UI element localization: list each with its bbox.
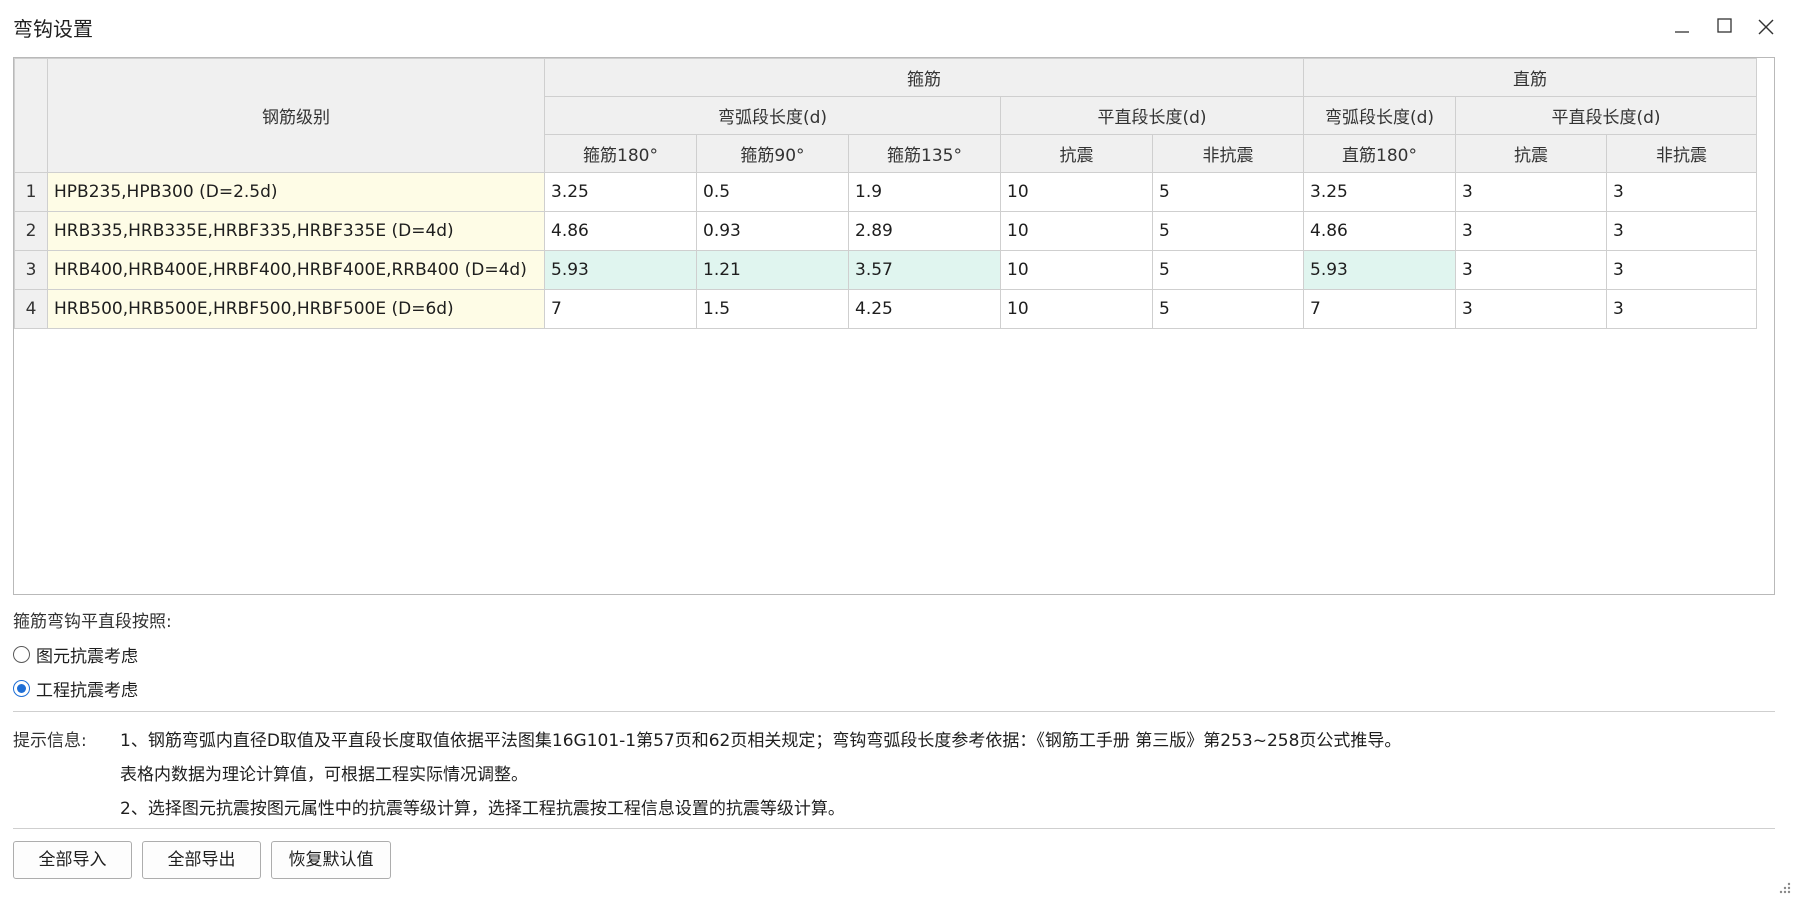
value-cell[interactable]: 2.89 xyxy=(848,211,1001,251)
column-header: 非抗震 xyxy=(1605,134,1758,173)
maximize-button[interactable] xyxy=(1707,10,1741,44)
value-cell[interactable]: 5 xyxy=(1152,211,1304,251)
minimize-icon xyxy=(1675,31,1689,33)
value-cell[interactable]: 3 xyxy=(1455,172,1607,212)
value-cell[interactable]: 5 xyxy=(1152,172,1304,212)
value-cell[interactable]: 1.5 xyxy=(696,289,849,329)
stirrup-option-label: 箍筋弯钩平直段按照: xyxy=(13,612,172,632)
value-cell[interactable]: 10 xyxy=(1000,250,1153,290)
tip-line: 2、选择图元抗震按图元属性中的抗震等级计算，选择工程抗震按工程信息设置的抗震等级… xyxy=(120,799,845,819)
row-number: 1 xyxy=(14,172,48,212)
stirrup-group-header: 箍筋 xyxy=(544,58,1304,97)
straight-arc-header: 弯弧段长度(d) xyxy=(1303,96,1456,135)
minimize-button[interactable] xyxy=(1664,10,1698,44)
tip-line: 表格内数据为理论计算值，可根据工程实际情况调整。 xyxy=(120,765,528,785)
table-row: 2 HRB335,HRB335E,HRBF335,HRBF335E (D=4d)… xyxy=(14,211,1758,251)
table-row: 1 HPB235,HPB300 (D=2.5d) 3.25 0.5 1.9 10… xyxy=(14,172,1758,212)
grade-cell[interactable]: HRB335,HRB335E,HRBF335,HRBF335E (D=4d) xyxy=(47,211,545,251)
radio-label: 图元抗震考虑 xyxy=(36,647,138,667)
grade-header: 钢筋级别 xyxy=(47,58,545,173)
table-row: 4 HRB500,HRB500E,HRBF500,HRBF500E (D=6d)… xyxy=(14,289,1758,329)
title-bar: 弯钩设置 xyxy=(0,0,1794,54)
value-cell[interactable]: 3.25 xyxy=(544,172,697,212)
value-cell[interactable]: 3 xyxy=(1605,250,1758,290)
resize-grip-icon[interactable] xyxy=(1778,881,1792,895)
value-cell[interactable]: 5 xyxy=(1152,250,1304,290)
value-cell[interactable]: 1.9 xyxy=(848,172,1001,212)
value-cell[interactable]: 3 xyxy=(1605,172,1758,212)
corner-cell xyxy=(14,58,48,173)
value-cell[interactable]: 5.93 xyxy=(544,250,697,290)
value-cell[interactable]: 1.21 xyxy=(696,250,849,290)
grade-cell[interactable]: HRB500,HRB500E,HRBF500,HRBF500E (D=6d) xyxy=(47,289,545,329)
column-header: 直筋180° xyxy=(1303,134,1456,173)
row-number: 2 xyxy=(14,211,48,251)
value-cell[interactable]: 3.25 xyxy=(1303,172,1456,212)
value-cell[interactable]: 7 xyxy=(1303,289,1456,329)
column-header: 抗震 xyxy=(1000,134,1153,173)
window-title: 弯钩设置 xyxy=(13,17,93,41)
value-cell[interactable]: 0.5 xyxy=(696,172,849,212)
value-cell[interactable]: 3.57 xyxy=(848,250,1001,290)
straight-group-header: 直筋 xyxy=(1302,58,1758,97)
close-icon xyxy=(1758,19,1774,35)
radio-unchecked-icon xyxy=(13,646,30,663)
restore-default-button[interactable]: 恢复默认值 xyxy=(271,841,391,879)
grade-cell[interactable]: HRB400,HRB400E,HRBF400,HRBF400E,RRB400 (… xyxy=(47,250,545,290)
value-cell[interactable]: 3 xyxy=(1605,211,1758,251)
stirrup-arc-header: 弯弧段长度(d) xyxy=(544,96,1001,135)
radio-label: 工程抗震考虑 xyxy=(36,681,138,701)
column-header: 箍筋135° xyxy=(848,134,1001,173)
value-cell[interactable]: 10 xyxy=(1000,172,1153,212)
value-cell[interactable]: 4.86 xyxy=(544,211,697,251)
value-cell[interactable]: 4.86 xyxy=(1303,211,1456,251)
value-cell[interactable]: 10 xyxy=(1000,211,1153,251)
divider xyxy=(13,711,1775,712)
table-row: 3 HRB400,HRB400E,HRBF400,HRBF400E,RRB400… xyxy=(14,250,1758,290)
row-number: 4 xyxy=(14,289,48,329)
hook-settings-grid[interactable]: 钢筋级别 箍筋 直筋 弯弧段长度(d) 平直段长度(d) 弯弧段长度(d) 平直… xyxy=(13,57,1775,595)
value-cell[interactable]: 10 xyxy=(1000,289,1153,329)
maximize-icon xyxy=(1717,18,1732,33)
row-number: 3 xyxy=(14,250,48,290)
column-header: 箍筋90° xyxy=(696,134,849,173)
value-cell[interactable]: 7 xyxy=(544,289,697,329)
straight-flat-header: 平直段长度(d) xyxy=(1454,96,1758,135)
stirrup-flat-header: 平直段长度(d) xyxy=(1000,96,1304,135)
value-cell[interactable]: 3 xyxy=(1455,211,1607,251)
value-cell[interactable]: 3 xyxy=(1605,289,1758,329)
column-header: 非抗震 xyxy=(1152,134,1304,173)
grade-cell[interactable]: HPB235,HPB300 (D=2.5d) xyxy=(47,172,545,212)
tip-line: 1、钢筋弯弧内直径D取值及平直段长度取值依据平法图集16G101-1第57页和6… xyxy=(120,731,1402,751)
value-cell[interactable]: 5.93 xyxy=(1303,250,1456,290)
close-button[interactable] xyxy=(1749,10,1783,44)
value-cell[interactable]: 3 xyxy=(1455,289,1607,329)
value-cell[interactable]: 5 xyxy=(1152,289,1304,329)
value-cell[interactable]: 3 xyxy=(1455,250,1607,290)
value-cell[interactable]: 0.93 xyxy=(696,211,849,251)
value-cell[interactable]: 4.25 xyxy=(848,289,1001,329)
radio-project-seismic[interactable]: 工程抗震考虑 xyxy=(13,676,138,701)
radio-element-seismic[interactable]: 图元抗震考虑 xyxy=(13,642,138,667)
tips-label: 提示信息: xyxy=(13,731,87,751)
export-all-button[interactable]: 全部导出 xyxy=(142,841,261,879)
column-header: 箍筋180° xyxy=(544,134,697,173)
divider xyxy=(13,828,1775,829)
column-header: 抗震 xyxy=(1455,134,1607,173)
radio-checked-icon xyxy=(13,680,30,697)
hook-table: 钢筋级别 箍筋 直筋 弯弧段长度(d) 平直段长度(d) 弯弧段长度(d) 平直… xyxy=(14,58,1758,329)
import-all-button[interactable]: 全部导入 xyxy=(13,841,132,879)
